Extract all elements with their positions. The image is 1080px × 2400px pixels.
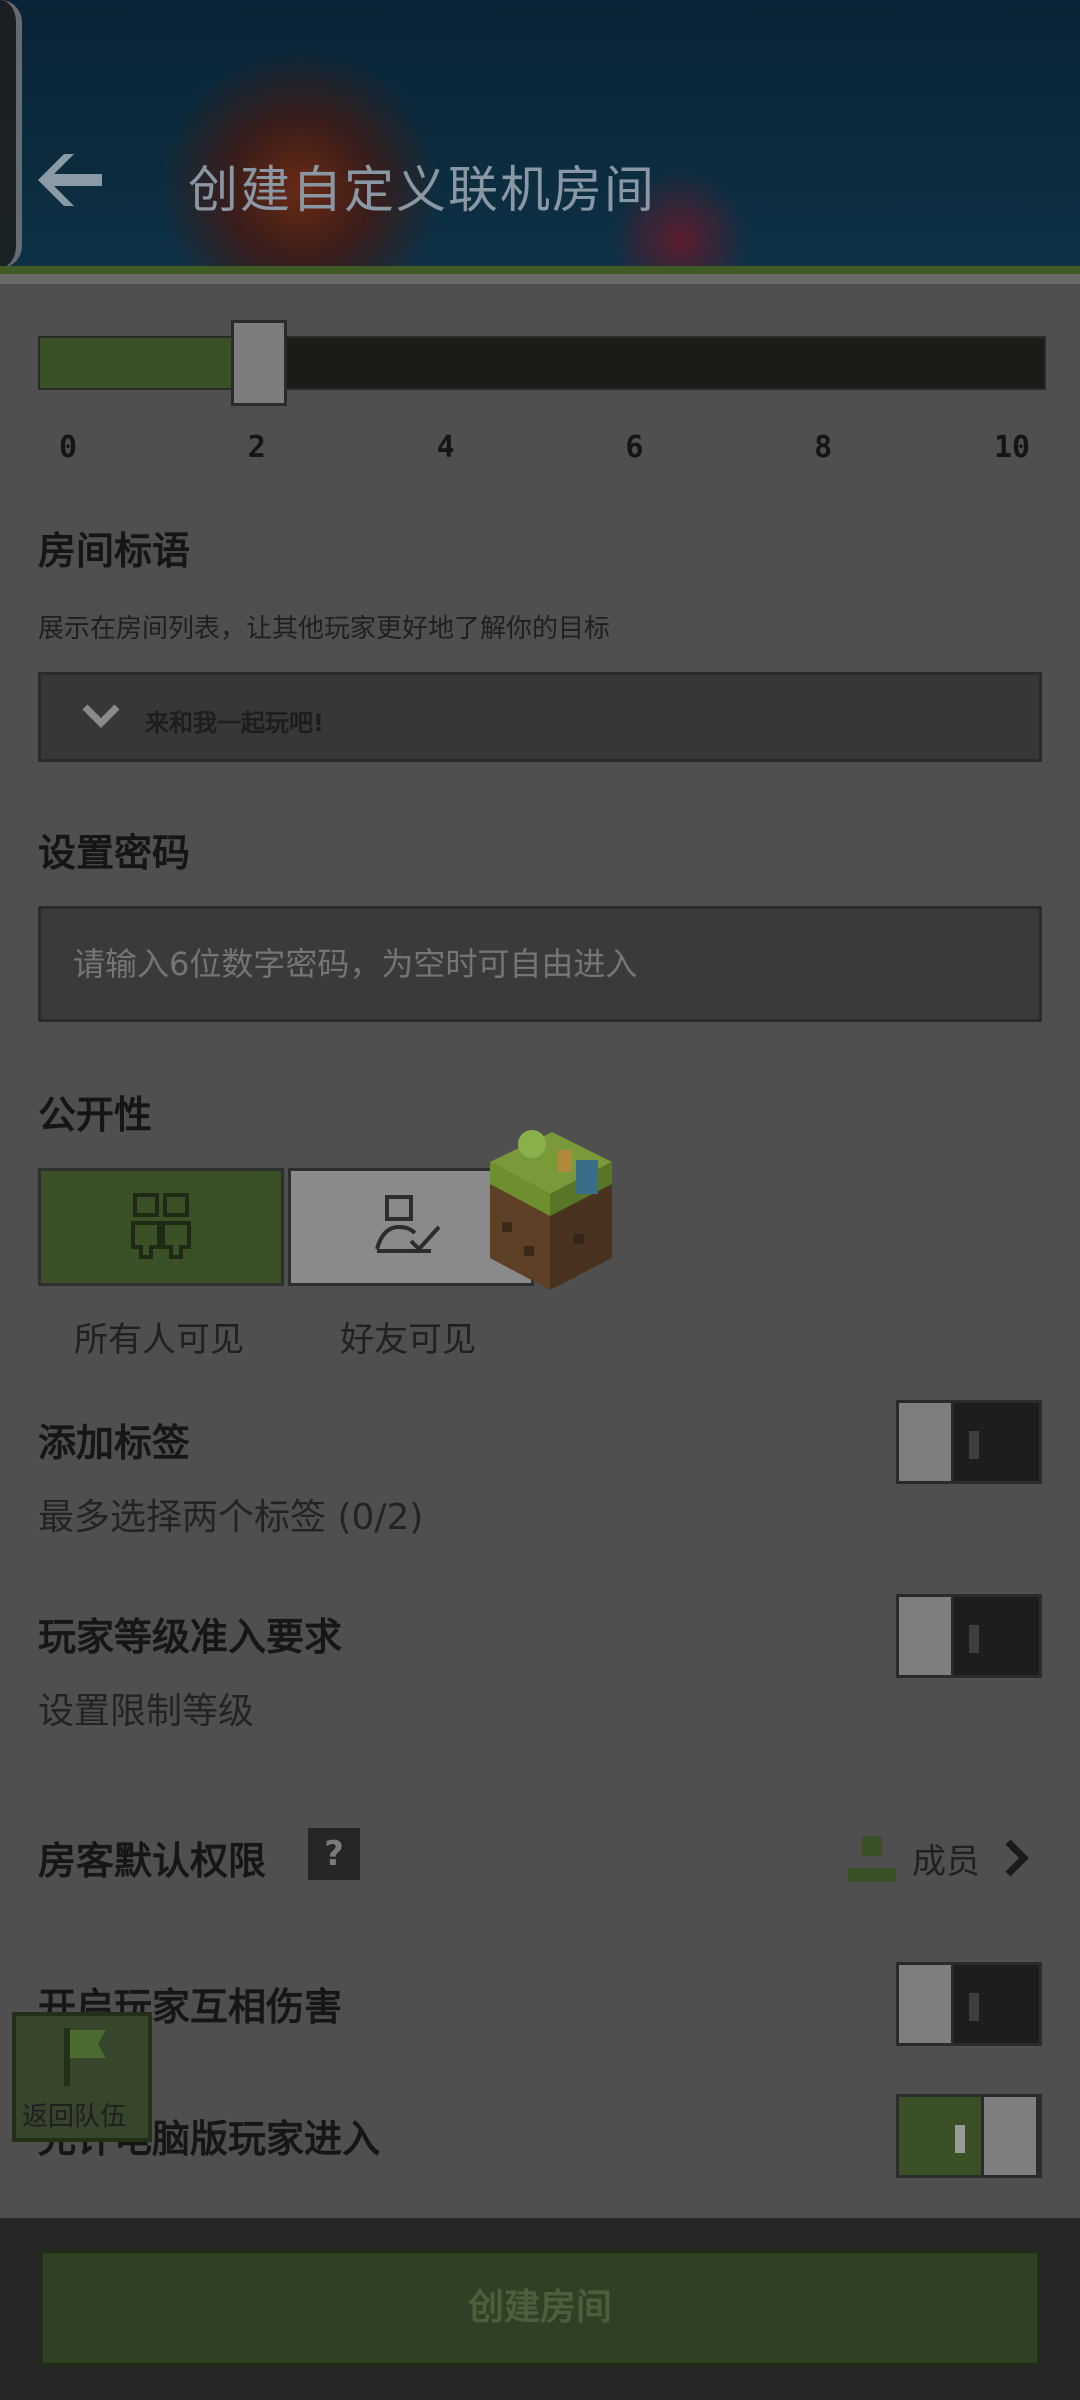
return-team-button[interactable]: 返回队伍 <box>12 2012 152 2142</box>
toggle-indicator <box>969 1431 979 1459</box>
toggle-indicator <box>969 1993 979 2021</box>
slogan-dropdown[interactable]: 来和我一起玩吧! <box>38 672 1042 762</box>
slider-tick-label: 2 <box>247 430 266 465</box>
level-subtitle: 设置限制等级 <box>38 1691 255 1732</box>
grass-block-float-icon[interactable] <box>480 1122 618 1292</box>
chevron-right-icon <box>1005 1839 1029 1877</box>
back-button[interactable] <box>30 140 110 220</box>
tags-toggle[interactable] <box>896 1400 1042 1484</box>
group-icon <box>131 1193 191 1259</box>
return-team-label: 返回队伍 <box>22 2102 127 2132</box>
slogan-description: 展示在房间列表，让其他玩家更好地了解你的目标 <box>38 614 611 644</box>
toggle-knob <box>896 1962 954 2046</box>
visibility-title: 公开性 <box>38 1093 153 1137</box>
visibility-everyone-label: 所有人可见 <box>74 1320 244 1360</box>
header-side-edge <box>0 0 22 268</box>
pvp-toggle[interactable] <box>896 1962 1042 2046</box>
password-title: 设置密码 <box>38 831 191 875</box>
guest-permission-title: 房客默认权限 <box>38 1839 267 1883</box>
slider-thumb[interactable] <box>230 320 287 406</box>
slider-tick-label: 4 <box>436 430 455 465</box>
header-divider <box>0 266 1080 274</box>
toggle-indicator <box>969 1625 979 1653</box>
toggle-knob <box>896 1594 954 1678</box>
pc-players-toggle[interactable] <box>896 2094 1042 2178</box>
level-title: 玩家等级准入要求 <box>38 1615 343 1659</box>
slogan-selected: 来和我一起玩吧! <box>145 709 324 737</box>
slogan-title: 房间标语 <box>38 529 191 573</box>
toggle-knob <box>981 2094 1039 2178</box>
slider-tick-label: 10 <box>993 430 1031 465</box>
slider-fill <box>40 338 259 388</box>
visibility-everyone-option[interactable] <box>38 1168 284 1286</box>
chevron-down-icon <box>82 704 120 728</box>
toggle-indicator <box>955 2125 965 2153</box>
guest-permission-value: 成员 <box>912 1842 980 1882</box>
password-input[interactable] <box>38 906 1042 1022</box>
slider-tick-label: 6 <box>625 430 644 465</box>
flag-icon <box>64 2028 106 2086</box>
page-title: 创建自定义联机房间 <box>188 161 656 219</box>
create-room-button[interactable]: 创建房间 <box>40 2250 1040 2366</box>
slider-tick-label: 0 <box>58 430 78 465</box>
tags-subtitle: 最多选择两个标签 (0/2) <box>38 1497 424 1538</box>
tags-title: 添加标签 <box>38 1421 191 1465</box>
player-count-slider[interactable] <box>38 320 1046 406</box>
arrow-left-icon <box>38 154 102 206</box>
level-toggle[interactable] <box>896 1594 1042 1678</box>
help-icon[interactable]: ? <box>308 1828 360 1880</box>
toggle-knob <box>896 1400 954 1484</box>
guest-permission-selector[interactable]: 成员 <box>844 1832 1044 1884</box>
slider-tick-label: 8 <box>814 430 833 465</box>
person-icon <box>848 1836 896 1882</box>
header-shadow <box>0 274 1080 284</box>
visibility-friends-label: 好友可见 <box>340 1320 476 1360</box>
header-bar: 创建自定义联机房间 <box>0 0 1080 268</box>
